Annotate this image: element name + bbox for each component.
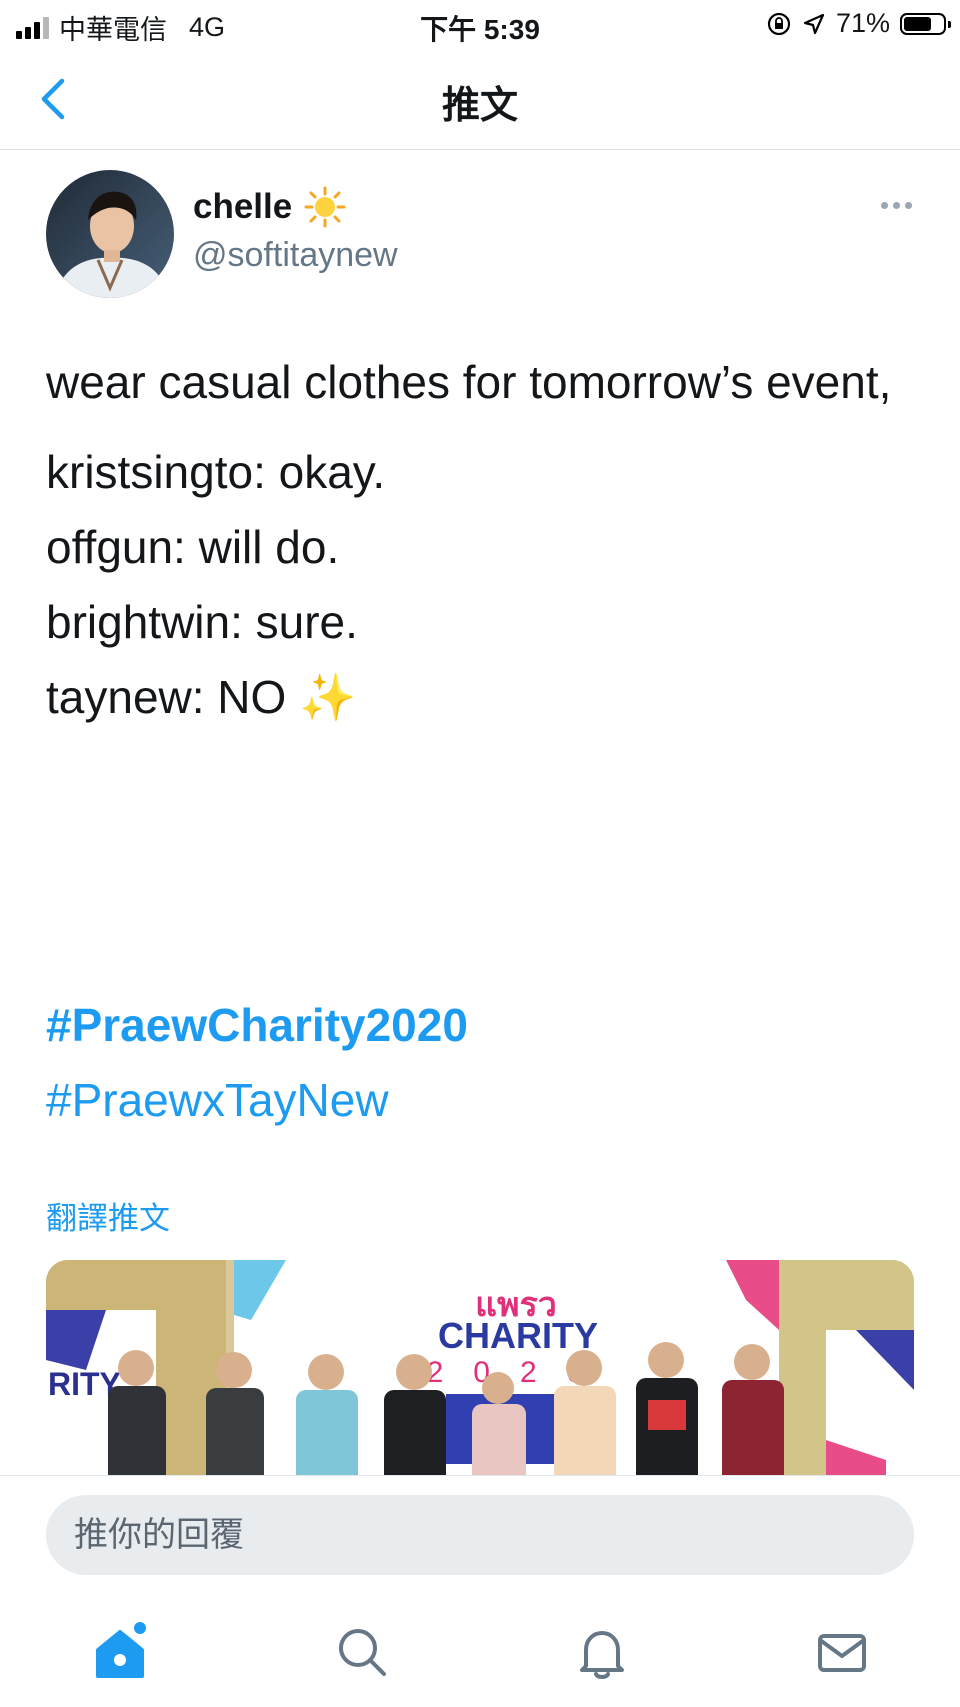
banner-title: CHARITY bbox=[438, 1315, 598, 1356]
bell-icon bbox=[580, 1631, 624, 1679]
tab-messages[interactable] bbox=[812, 1622, 872, 1682]
mail-icon bbox=[818, 1634, 866, 1672]
name-row: chelle bbox=[193, 186, 346, 228]
hashtags: #PraewCharity2020 #PraewxTayNew bbox=[46, 988, 468, 1138]
home-icon bbox=[96, 1622, 146, 1678]
avatar[interactable] bbox=[46, 170, 174, 298]
location-icon bbox=[803, 13, 825, 34]
hashtag-link[interactable]: #PraewCharity2020 bbox=[46, 988, 468, 1063]
battery-icon bbox=[900, 12, 951, 35]
display-name[interactable]: chelle bbox=[193, 187, 292, 227]
reply-bar: 推你的回覆 bbox=[0, 1475, 960, 1594]
battery-percent: 71% bbox=[835, 8, 890, 38]
reply-input[interactable]: 推你的回覆 bbox=[46, 1495, 914, 1575]
tweet-line: wear casual clothes for tomorrow’s event… bbox=[46, 356, 892, 408]
page-title: 推文 bbox=[441, 85, 518, 127]
tweet-line: taynew: NO ✨ bbox=[46, 671, 357, 723]
more-options-button[interactable] bbox=[881, 202, 912, 209]
hashtag-link[interactable]: #PraewxTayNew bbox=[46, 1063, 468, 1138]
dot-icon bbox=[881, 202, 888, 209]
status-right: 71% bbox=[766, 8, 951, 39]
tweet-line: offgun: will do. bbox=[46, 521, 340, 573]
tweet-text: wear casual clothes for tomorrow’s event… bbox=[46, 345, 916, 735]
tab-home[interactable] bbox=[90, 1622, 150, 1682]
sun-icon bbox=[304, 186, 346, 228]
tab-notifications[interactable] bbox=[572, 1622, 632, 1682]
rotation-lock-icon bbox=[767, 12, 791, 35]
search-icon bbox=[339, 1629, 386, 1676]
tweet-line: kristsingto: okay. bbox=[46, 446, 386, 498]
translate-tweet-link[interactable]: 翻譯推文 bbox=[46, 1193, 170, 1238]
tweet-line: brightwin: sure. bbox=[46, 596, 358, 648]
status-bar: 中華電信 4G 下午 5:39 71% bbox=[0, 0, 960, 48]
tab-search[interactable] bbox=[332, 1622, 392, 1682]
user-handle[interactable]: @softitaynew bbox=[193, 236, 398, 275]
tab-bar bbox=[0, 1594, 960, 1707]
nav-bar: 推文 bbox=[0, 48, 960, 150]
